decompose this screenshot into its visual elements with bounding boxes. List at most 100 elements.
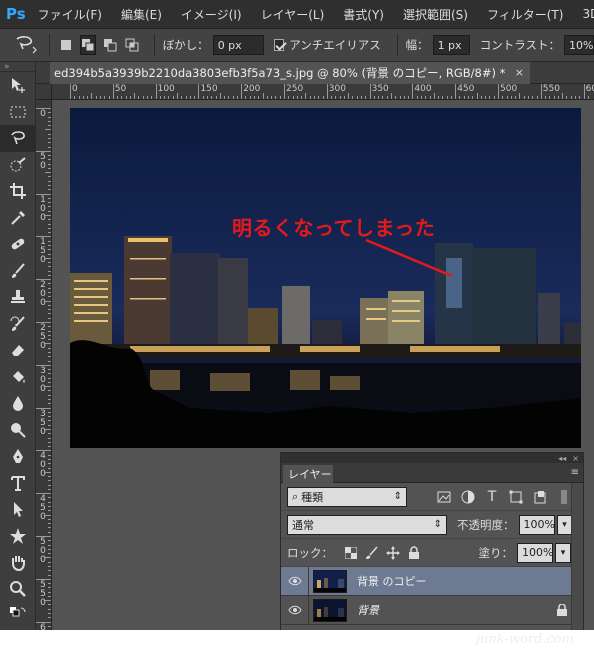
hand-tool-icon[interactable] [0,549,36,576]
lock-image-pixels-icon[interactable] [364,545,379,560]
crop-tool-icon[interactable] [0,178,36,205]
layer-lock-icon[interactable] [557,603,567,619]
history-brush-tool-icon[interactable] [0,311,36,338]
document-tab[interactable]: ed394b5a3939b2210da3803efb3f5a73_s.jpg @… [50,62,530,84]
layers-scrollbar[interactable] [571,483,583,631]
ruler-tick [536,96,538,99]
intersect-selection-icon[interactable] [124,35,140,55]
document-tab-bar: ed394b5a3939b2210da3803efb3f5a73_s.jpg @… [36,62,594,84]
opacity-input[interactable]: 100% [518,514,555,535]
ruler-tick [48,441,51,443]
layer-row[interactable]: 背景 [281,595,583,625]
menu-file[interactable]: ファイル(F) [38,6,102,23]
menu-select[interactable]: 選択範囲(S) [403,6,468,23]
ruler-tick [553,96,555,99]
add-to-selection-icon[interactable] [79,35,96,55]
tab-layers[interactable]: レイヤー [283,465,333,483]
ruler-tick [48,561,51,563]
pen-tool-icon[interactable] [0,443,36,470]
ruler-tick [378,96,380,99]
path-selection-tool-icon[interactable] [0,496,36,523]
ruler-tick [271,96,273,99]
lock-position-icon[interactable] [385,545,400,560]
zoom-tool-icon[interactable] [0,576,36,603]
menu-image[interactable]: イメージ(I) [181,6,242,23]
panel-menu-icon[interactable]: ≡ [571,467,579,478]
menu-type[interactable]: 書式(Y) [343,6,384,23]
lock-all-icon[interactable] [406,545,421,560]
ruler-tick [540,84,542,99]
layer-name[interactable]: 背景 [357,602,379,618]
layers-tab-bar: レイヤー ≡ [281,463,583,483]
ruler-tick [108,96,110,99]
toolbar-grip[interactable]: » [0,62,35,72]
ruler-tick [485,96,487,99]
ruler-tick [36,236,51,238]
close-panel-icon[interactable]: × [572,454,579,463]
clone-stamp-tool-icon[interactable] [0,284,36,311]
dodge-tool-icon[interactable] [0,417,36,444]
ruler-label: 2 5 0 [40,323,46,351]
ruler-tick [48,296,51,298]
ruler-tick [36,279,51,281]
ruler-tick [48,270,51,272]
ruler-tick [215,96,217,99]
menu-layer[interactable]: レイヤー(L) [261,6,325,23]
fill-input[interactable]: 100% [517,542,553,563]
ruler-tick [48,488,51,490]
ruler-tick [48,116,51,118]
smart-object-filter-icon[interactable] [531,488,549,506]
ruler-corner[interactable] [36,84,52,100]
ruler-tick [318,96,320,99]
visibility-eye-icon[interactable] [281,595,309,625]
ruler-tick [352,96,354,99]
eyedropper-tool-icon[interactable] [0,205,36,232]
width-input[interactable]: 1 px [432,35,470,55]
quick-selection-tool-icon[interactable] [0,152,36,179]
horizontal-ruler[interactable]: 0 50 100 150 200 250 300 350 400 450 500 550 600 [52,84,594,100]
healing-brush-tool-icon[interactable] [0,231,36,258]
pixel-filter-icon[interactable] [435,488,453,506]
fill-dropdown-button[interactable]: ▾ [555,542,571,563]
ruler-tick [309,96,311,99]
subtract-from-selection-icon[interactable] [102,35,118,55]
menu-3d[interactable]: 3D(D) [582,7,594,21]
ruler-tick [343,96,345,99]
visibility-eye-icon[interactable] [281,566,309,596]
lasso-tool-icon[interactable] [0,125,36,152]
new-selection-icon[interactable] [58,35,74,55]
shape-filter-icon[interactable] [507,488,525,506]
menu-edit[interactable]: 編集(E) [121,6,162,23]
close-tab-icon[interactable]: × [515,66,524,79]
blur-tool-icon[interactable] [0,390,36,417]
ruler-tick [48,189,51,191]
type-filter-icon[interactable]: T [483,488,501,506]
type-tool-icon[interactable] [0,470,36,497]
adjustment-filter-icon[interactable] [459,488,477,506]
eraser-tool-icon[interactable] [0,337,36,364]
night-cityscape-photo[interactable]: 明るくなってしまった [70,108,581,448]
layer-row[interactable]: 背景 のコピー [281,566,583,596]
ruler-tick [48,446,51,448]
feather-input[interactable]: 0 px [212,35,265,55]
ruler-tick [266,96,268,99]
custom-shape-tool-icon[interactable] [0,523,36,550]
magnetic-lasso-preset-icon[interactable] [12,32,41,58]
collapse-panel-icon[interactable]: ◂◂ [558,454,566,463]
default-colors-icon[interactable] [0,602,36,629]
menu-filter[interactable]: フィルター(T) [487,6,563,23]
layer-name[interactable]: 背景 のコピー [357,573,427,589]
blend-mode-select[interactable]: 通常 ⇕ [287,514,447,535]
paint-bucket-tool-icon[interactable] [0,364,36,391]
filter-kind-select[interactable]: ⌕ 種類 ⇕ [287,486,407,507]
contrast-input[interactable]: 10% [564,35,594,55]
move-tool-icon[interactable] [0,72,36,99]
vertical-ruler[interactable]: 0 5 0 1 0 0 1 5 0 2 0 0 2 5 0 3 0 0 3 5 0 4 0 0 4… [36,100,52,652]
brush-tool-icon[interactable] [0,258,36,285]
ruler-tick [48,570,51,572]
ruler-tick [369,84,371,99]
lock-transparent-pixels-icon[interactable] [343,545,358,560]
ruler-tick [219,93,221,99]
marquee-tool-icon[interactable] [0,99,36,126]
antialias-checkbox[interactable] [274,39,285,51]
